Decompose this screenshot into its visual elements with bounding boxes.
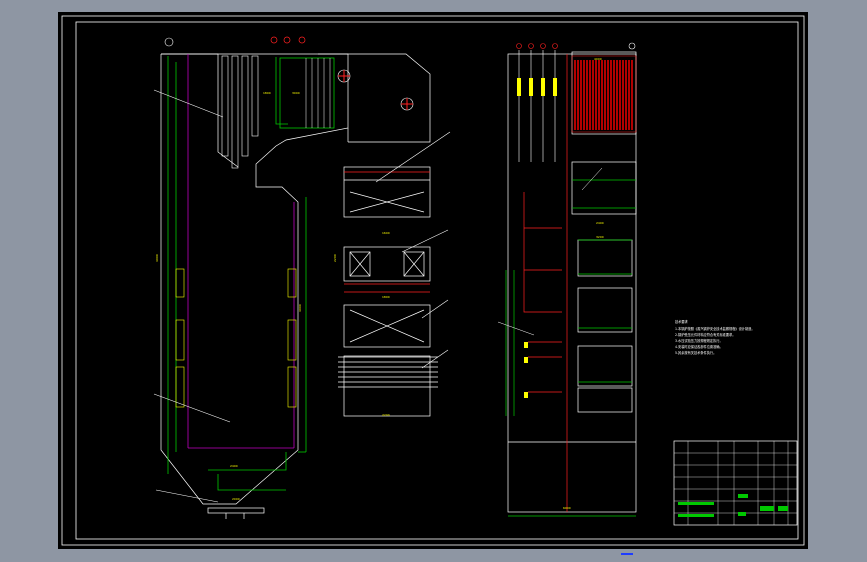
- red-heater-panel: [571, 55, 637, 133]
- dimension-label: 2000: [232, 497, 240, 501]
- leader-lines-right: [497, 167, 603, 336]
- furnace-outline: [160, 53, 431, 505]
- valve-icon[interactable]: [270, 36, 278, 44]
- red-riser-pipes: [523, 54, 568, 512]
- inner-frame: [75, 21, 799, 540]
- title-block[interactable]: [673, 440, 798, 526]
- burner-ports-left: [175, 268, 297, 408]
- notes-title: 技术要求: [675, 319, 689, 324]
- title-cell-green: [738, 494, 748, 498]
- dimension-label: 4000: [594, 57, 602, 61]
- dimension-text-left: 4000 4000 2400 2000 1800 3000: [155, 91, 302, 501]
- dimension-label: 2200: [382, 413, 390, 417]
- valve-icon[interactable]: [528, 43, 534, 49]
- superheater-tubes: [305, 58, 331, 128]
- middle-view[interactable]: 1600 1800 2200 2200: [333, 131, 451, 417]
- dimension-text-middle: 1600 1800 2200 2200: [333, 231, 390, 417]
- ucs-marker: [621, 553, 633, 555]
- title-cell-green: [678, 502, 714, 505]
- dimension-label: 4000: [155, 254, 159, 262]
- cad-drawing[interactable]: 4000 4000 2400 2000 1800 3000 1600 1800 …: [58, 12, 808, 549]
- leader-lines-middle: [375, 131, 451, 369]
- dimension-label: 2400: [596, 221, 604, 225]
- valve-icon[interactable]: [283, 36, 291, 44]
- note-line: 5.其余按有关技术条件执行。: [675, 350, 716, 355]
- dimension-label: 3000: [292, 91, 300, 95]
- valve-icon[interactable]: [164, 37, 174, 47]
- dimension-label: 3200: [596, 235, 604, 239]
- note-line: 3.水压试验压力按规程规定执行。: [675, 338, 723, 343]
- dimension-label: 2400: [230, 464, 238, 468]
- valve-icon[interactable]: [516, 43, 522, 49]
- drawing-viewport[interactable]: 4000 4000 2400 2000 1800 3000 1600 1800 …: [58, 12, 808, 555]
- hopper-bottom: [207, 507, 265, 519]
- drum-symbols-left[interactable]: [164, 36, 414, 111]
- support-bracket-symbols: [517, 78, 557, 398]
- economizer-stack: [338, 166, 438, 417]
- dimension-label: 1800: [263, 91, 271, 95]
- title-cell-green: [678, 514, 714, 517]
- dimension-label: 6000: [563, 506, 571, 510]
- valve-icon[interactable]: [298, 36, 306, 44]
- middle-red-headers: [344, 283, 430, 293]
- dimension-label: 4000: [298, 304, 302, 312]
- dimension-label: 1600: [382, 231, 390, 235]
- note-line: 2.锅炉受压元件材料应符合有关标准要求。: [675, 332, 735, 337]
- title-cell-green: [760, 506, 774, 511]
- screen-tubes: [221, 55, 259, 169]
- left-view[interactable]: 4000 4000 2400 2000 1800 3000: [153, 36, 431, 519]
- valve-icon[interactable]: [540, 43, 546, 49]
- title-cell-green: [738, 512, 746, 516]
- magenta-tubes: [187, 54, 295, 449]
- title-cell-green: [778, 506, 788, 511]
- note-line: 1.本锅炉按照《蒸汽锅炉安全技术监察规程》设计制造。: [675, 326, 755, 331]
- right-view[interactable]: 6000 4000 3200 2400: [497, 42, 637, 517]
- leader-lines-left: [153, 89, 231, 503]
- note-line: 4.安装时应保证各部件位置准确。: [675, 344, 723, 349]
- dimension-label: 1800: [382, 295, 390, 299]
- valve-icon[interactable]: [552, 43, 558, 49]
- valve-icon[interactable]: [628, 42, 636, 50]
- dimension-label: 2200: [333, 254, 337, 262]
- green-walls: [167, 56, 335, 491]
- technical-notes: 技术要求 1.本锅炉按照《蒸汽锅炉安全技术监察规程》设计制造。 2.锅炉受压元件…: [675, 319, 755, 355]
